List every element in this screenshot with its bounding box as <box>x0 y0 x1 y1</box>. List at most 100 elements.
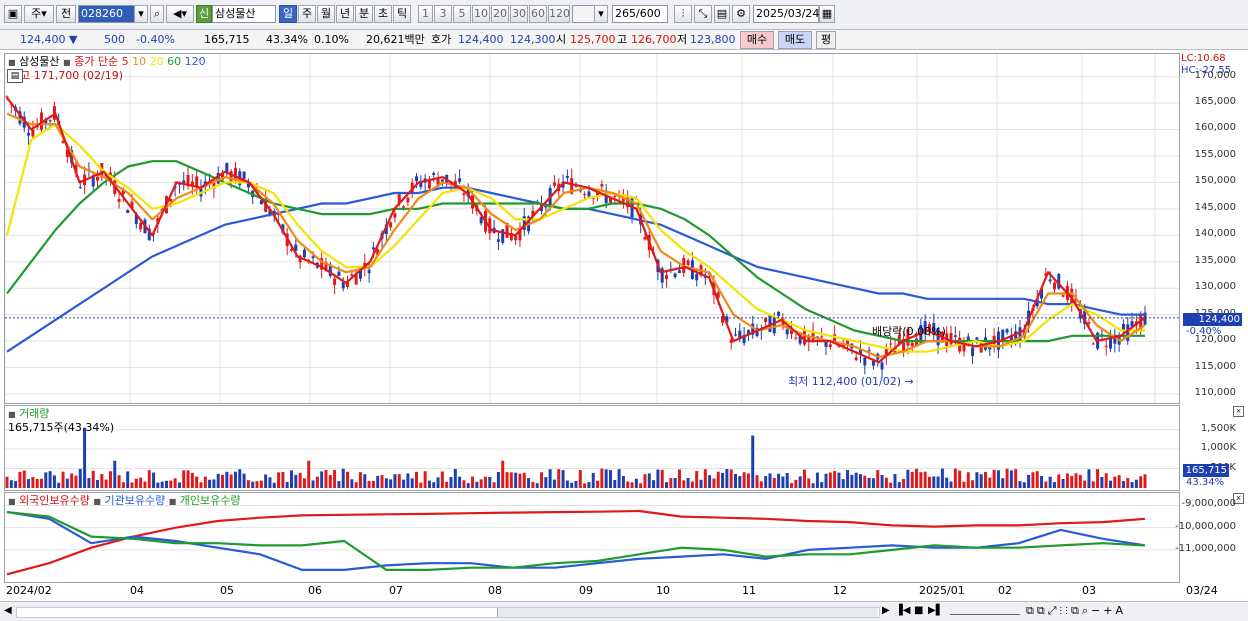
volume-bar <box>285 481 289 488</box>
volume-bar <box>746 473 750 488</box>
volume-bar <box>1018 481 1022 488</box>
interval-tab-3[interactable]: 3 <box>434 5 452 23</box>
volume-chart[interactable] <box>5 406 1179 490</box>
save-icon[interactable]: ▤ <box>714 5 730 23</box>
line-type-icon[interactable]: ⤡ <box>694 5 712 23</box>
market-select[interactable]: 전 <box>56 5 76 23</box>
price-tick: 155,000 <box>1194 148 1236 160</box>
speaker-icon[interactable]: ◀▾ <box>166 5 194 23</box>
volume-bar <box>186 470 190 488</box>
volume-bar <box>665 482 669 488</box>
volume-bar <box>889 482 893 488</box>
volume-bar <box>39 478 43 488</box>
stock-name-field[interactable]: 삼성물산 <box>212 5 276 23</box>
high-marker: 최고 171,700 (02/19) <box>10 69 124 82</box>
sell-button[interactable]: 매도 <box>778 31 812 49</box>
period-select[interactable]: 주▾ <box>24 5 54 23</box>
volume-bar <box>143 481 147 488</box>
candle-type-icon[interactable]: ⫶ <box>674 5 692 23</box>
volume-bar <box>833 471 837 488</box>
period-tab-1[interactable]: 주 <box>298 5 316 23</box>
eval-button[interactable]: 평 <box>816 31 836 49</box>
chart-tools-icons[interactable]: ⧉⧉⤢⫶⫶⧉⌕−+A <box>1026 604 1126 618</box>
interval-tab-60[interactable]: 60 <box>529 5 547 23</box>
price-chart[interactable] <box>5 54 1179 403</box>
candle-body <box>971 347 975 357</box>
volume-bar <box>1143 474 1147 488</box>
volume-bar <box>703 469 707 488</box>
interval-dropdown-icon[interactable]: ▾ <box>594 5 608 23</box>
period-tab-3[interactable]: 년 <box>336 5 354 23</box>
candle-body <box>31 129 35 137</box>
volume-bar <box>277 472 281 488</box>
volume-bar <box>932 476 936 488</box>
interval-tab-120[interactable]: 120 <box>548 5 570 23</box>
volume-bar <box>1130 482 1134 488</box>
candle-body <box>458 178 462 182</box>
last-icon[interactable]: ▶▌ <box>928 605 943 616</box>
buy-button[interactable]: 매수 <box>740 31 774 49</box>
volume-bar <box>902 478 906 488</box>
interval-tab-30[interactable]: 30 <box>510 5 528 23</box>
scroll-right-icon[interactable]: ▶ <box>882 605 890 616</box>
candle-body <box>117 199 121 202</box>
interval-tab-1[interactable]: 1 <box>418 5 433 23</box>
interval-tab-5[interactable]: 5 <box>453 5 471 23</box>
volume-bar <box>432 482 436 488</box>
x-axis-label: 06 <box>308 584 322 597</box>
candle-body <box>953 335 957 337</box>
stop-icon[interactable]: ■ <box>914 605 923 616</box>
interval-tab-10[interactable]: 10 <box>472 5 490 23</box>
period-tab-2[interactable]: 월 <box>317 5 335 23</box>
volume-bar <box>44 472 48 488</box>
candle-body <box>406 197 410 203</box>
candle-body <box>242 171 246 179</box>
volume-bar <box>755 475 759 488</box>
code-dropdown-icon[interactable]: ▾ <box>134 5 148 23</box>
scroll-left-icon[interactable]: ◀ <box>4 605 12 616</box>
candle-body <box>126 210 130 213</box>
bar-count-field[interactable]: 265/600 <box>612 5 668 23</box>
period-tab-0[interactable]: 일 <box>279 5 297 23</box>
volume-bar <box>596 480 600 488</box>
volume-bar <box>152 472 156 488</box>
volume-bar <box>324 470 328 488</box>
period-tab-5[interactable]: 초 <box>374 5 392 23</box>
volume-bar <box>919 472 923 488</box>
quote-change-pct: -0.40% <box>136 33 175 46</box>
ma-line-120 <box>6 186 1145 353</box>
interval-tab-20[interactable]: 20 <box>491 5 509 23</box>
volume-bar <box>415 471 419 488</box>
candle-body <box>975 337 979 340</box>
volume-bar <box>522 472 526 488</box>
candle-body <box>665 275 669 280</box>
volume-bar <box>1031 472 1035 488</box>
price-panel[interactable] <box>4 53 1180 404</box>
zoom-slider[interactable] <box>950 608 1020 615</box>
legend-square-icon: ■ <box>8 497 16 506</box>
volume-bar <box>1126 478 1130 488</box>
search-icon[interactable]: ⌕ <box>150 5 164 23</box>
volume-bar <box>290 470 293 488</box>
volume-bar <box>958 470 962 488</box>
volume-bar <box>820 482 824 488</box>
window-icon[interactable]: ▣ <box>4 5 22 23</box>
candle-body <box>1052 282 1056 290</box>
candle-body <box>949 332 953 345</box>
volume-bar <box>794 479 798 488</box>
volume-bar <box>216 473 220 488</box>
first-icon[interactable]: ▐◀ <box>895 605 910 616</box>
date-field[interactable]: 2025/03/24 <box>753 5 819 23</box>
stock-code-input[interactable]: 028260 <box>78 5 136 23</box>
volume-bar <box>104 479 108 488</box>
scrollbar-thumb[interactable] <box>497 608 878 617</box>
scrollbar-track[interactable] <box>16 607 880 618</box>
period-tab-6[interactable]: 틱 <box>393 5 411 23</box>
volume-bar <box>608 470 612 488</box>
quote-turnover: 0.10% <box>314 33 349 46</box>
calendar-icon[interactable]: ▦ <box>819 5 835 23</box>
volume-panel[interactable] <box>4 405 1180 491</box>
gear-icon[interactable]: ⚙ <box>732 5 750 23</box>
period-tab-4[interactable]: 분 <box>355 5 373 23</box>
volume-bar <box>923 471 927 488</box>
